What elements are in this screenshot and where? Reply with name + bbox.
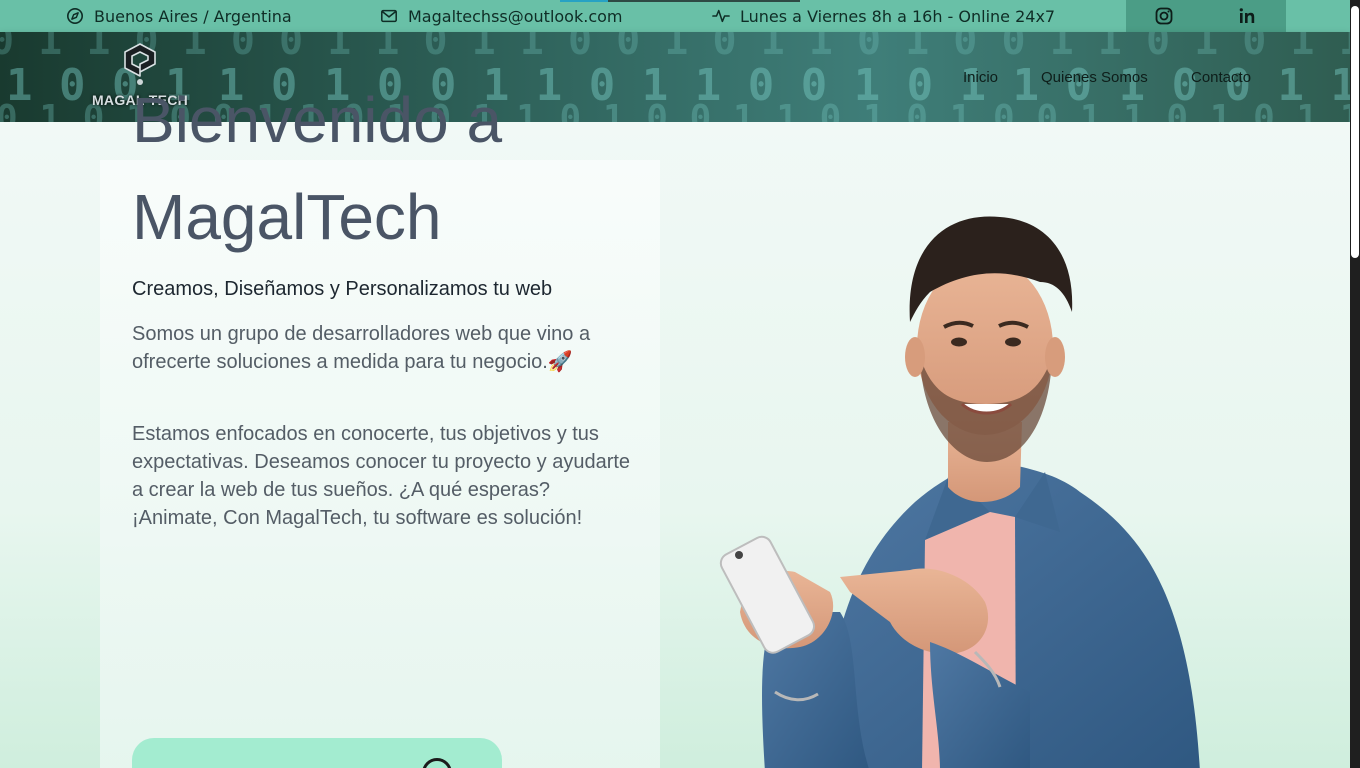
cta-button[interactable] (132, 738, 502, 768)
linkedin-icon[interactable] (1237, 6, 1257, 26)
email-link[interactable]: Magaltechss@outlook.com (408, 7, 623, 26)
hero-title-line-1: Bienvenido a (132, 84, 503, 156)
hero-title: Bienvenido a MagalTech (132, 72, 652, 266)
hero-paragraph-1: Somos un grupo de desarrolladores web qu… (132, 323, 591, 373)
cta-circle-icon (422, 758, 452, 768)
scrollbar-thumb[interactable] (1351, 6, 1359, 258)
activity-icon (712, 9, 730, 23)
hours-info: Lunes a Viernes 8h a 16h - Online 24x7 (712, 0, 1055, 32)
location-info: Buenos Aires / Argentina (66, 0, 292, 32)
hours-text: Lunes a Viernes 8h a 16h - Online 24x7 (740, 6, 1056, 26)
email-info[interactable]: Magaltechss@outlook.com (380, 0, 623, 32)
instagram-icon[interactable] (1154, 6, 1174, 26)
hero-paragraph-2: Estamos enfocados en conocerte, tus obje… (132, 423, 631, 529)
nav-link-inicio[interactable]: Inicio (963, 69, 998, 86)
social-links (1126, 0, 1286, 32)
mail-icon (381, 9, 397, 23)
location-text: Buenos Aires / Argentina (94, 6, 292, 26)
nav-link-contacto[interactable]: Contacto (1191, 69, 1251, 86)
hero-title-line-2: MagalTech (132, 181, 442, 253)
hero-subtitle: Creamos, Diseñamos y Personalizamos tu w… (132, 278, 553, 300)
top-info-bar: Buenos Aires / Argentina Magaltechss@out… (0, 0, 1360, 32)
nav-link-quienes-somos[interactable]: Quienes Somos (1041, 69, 1148, 86)
smiling-man-with-phone-image (719, 216, 1200, 768)
compass-icon (66, 7, 84, 25)
